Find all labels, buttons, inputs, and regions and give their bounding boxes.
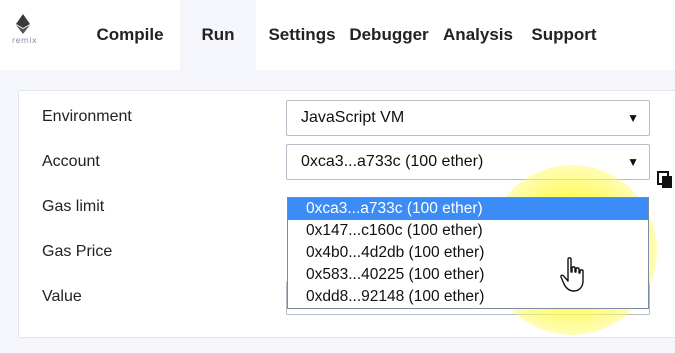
account-dropdown-list: 0xca3...a733c (100 ether) 0x147...c160c … — [287, 197, 649, 309]
account-option[interactable]: 0x147...c160c (100 ether) — [288, 220, 648, 242]
environment-label: Environment — [42, 108, 132, 125]
tab-debugger[interactable]: Debugger — [344, 0, 434, 70]
account-value: 0xca3...a733c (100 ether) — [301, 153, 484, 170]
account-option[interactable]: 0xca3...a733c (100 ether) — [288, 198, 648, 220]
remix-logo[interactable]: remix — [12, 14, 38, 48]
gas-price-label: Gas Price — [42, 243, 113, 260]
gas-limit-label: Gas limit — [42, 198, 105, 215]
account-label: Account — [42, 153, 100, 170]
tab-compile[interactable]: Compile — [80, 0, 180, 70]
ethereum-diamond-icon — [16, 14, 30, 34]
top-navigation: remix Compile Run Settings Debugger Anal… — [0, 0, 675, 70]
account-option[interactable]: 0x583...40225 (100 ether) — [288, 264, 648, 286]
tab-settings[interactable]: Settings — [263, 0, 341, 70]
tab-run[interactable]: Run — [180, 0, 256, 70]
tab-support[interactable]: Support — [525, 0, 603, 70]
account-select[interactable]: 0xca3...a733c (100 ether) ▼ — [286, 144, 650, 180]
dropdown-arrow-icon: ▼ — [627, 111, 639, 125]
account-option[interactable]: 0xdd8...92148 (100 ether) — [288, 286, 648, 308]
dropdown-arrow-icon: ▼ — [627, 155, 639, 169]
environment-value: JavaScript VM — [301, 109, 405, 126]
value-label: Value — [42, 288, 82, 305]
logo-text: remix — [12, 36, 38, 45]
tab-analysis[interactable]: Analysis — [438, 0, 518, 70]
settings-card: Environment JavaScript VM ▼ Account 0xca… — [18, 90, 675, 338]
account-option[interactable]: 0x4b0...4d2db (100 ether) — [288, 242, 648, 264]
environment-select[interactable]: JavaScript VM ▼ — [286, 100, 650, 136]
copy-address-icon[interactable] — [657, 171, 673, 189]
run-panel: Environment JavaScript VM ▼ Account 0xca… — [0, 70, 675, 353]
